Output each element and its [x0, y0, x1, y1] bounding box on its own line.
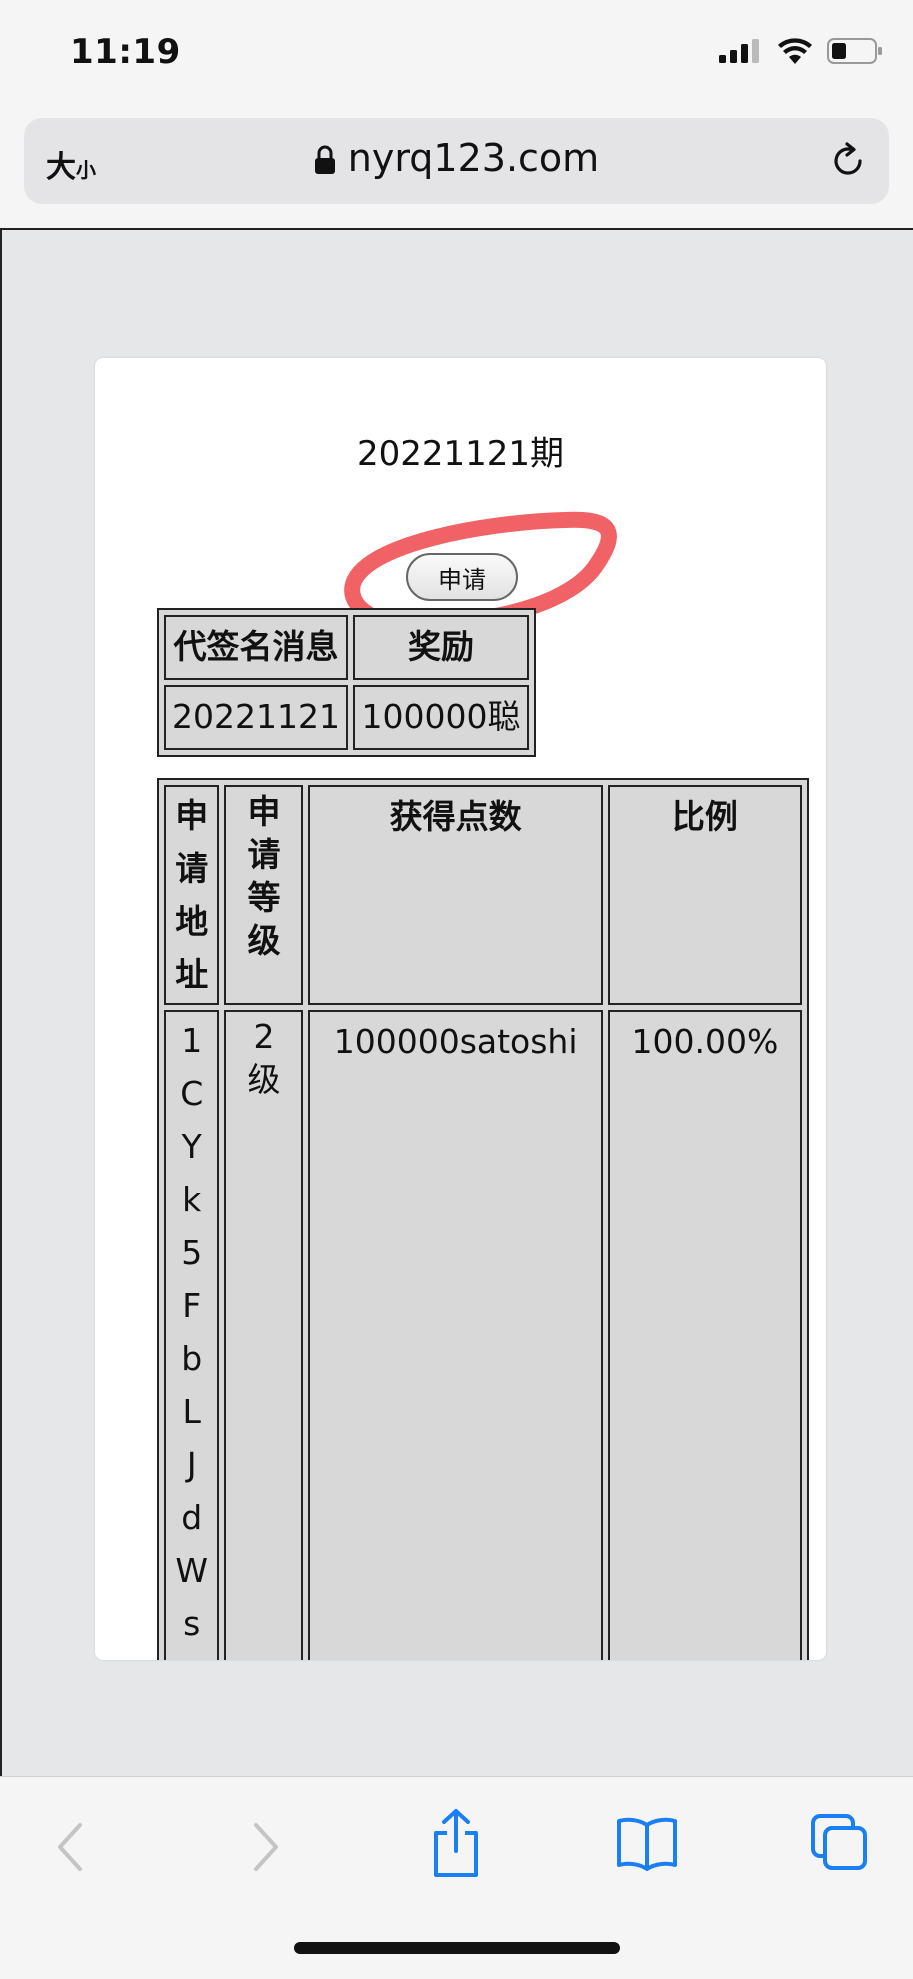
table-row: 20221121 100000聪	[164, 684, 529, 750]
address-char: s	[183, 1604, 201, 1643]
address-bar[interactable]: 大小 nyrq123.com	[24, 118, 889, 204]
cellular-signal-icon	[719, 39, 759, 63]
cell-points: 100000satoshi	[308, 1010, 603, 1660]
share-icon[interactable]	[430, 1807, 482, 1879]
header-level-text: 申请等级	[247, 792, 281, 960]
summary-table: 代签名消息 奖励 20221121 100000聪	[157, 608, 536, 757]
address-char: k	[182, 1180, 202, 1219]
header-address-char: 地	[175, 902, 209, 941]
url-text: nyrq123.com	[347, 136, 600, 180]
web-page-viewport: 20221121期 申请 代签名消息 奖励 20221121 100000聪 申…	[0, 228, 913, 1776]
address-char: 1	[181, 1021, 203, 1060]
address-char: C	[180, 1074, 204, 1113]
address-char: d	[181, 1498, 203, 1537]
address-char: 5	[181, 1233, 203, 1272]
header-level: 申请等级	[224, 785, 304, 1005]
apply-button[interactable]: 申请	[406, 553, 518, 601]
header-reward: 奖励	[352, 615, 529, 680]
table-row: 申 请 地 址 申请等级 获得点数 比例	[164, 785, 802, 1005]
cell-address: 1 C Y k 5 F b L J d W s	[164, 1010, 220, 1660]
url-field[interactable]: nyrq123.com	[24, 136, 889, 180]
battery-icon	[827, 38, 882, 64]
cell-signature-message: 20221121	[164, 684, 348, 750]
table-row: 代签名消息 奖励	[164, 615, 529, 680]
header-ratio: 比例	[607, 785, 802, 1005]
address-char: J	[186, 1445, 197, 1484]
home-indicator	[294, 1942, 620, 1954]
table-row: 1 C Y k 5 F b L J d W s 2级 100000satoshi…	[164, 1010, 802, 1660]
header-address-char: 请	[175, 849, 209, 888]
address-char: W	[175, 1551, 209, 1590]
address-char: Y	[181, 1127, 202, 1166]
reload-icon[interactable]	[827, 140, 869, 182]
header-points: 获得点数	[308, 785, 603, 1005]
bookmarks-icon[interactable]	[616, 1815, 678, 1871]
header-address-char: 申	[175, 796, 209, 835]
back-icon[interactable]	[50, 1817, 90, 1877]
address-char: L	[182, 1392, 201, 1431]
header-address: 申 请 地 址	[164, 785, 220, 1005]
lock-icon	[314, 145, 335, 174]
status-icons	[719, 38, 883, 64]
status-time: 11:19	[70, 32, 181, 72]
header-address-char: 址	[175, 955, 209, 994]
cell-level: 2级	[224, 1010, 304, 1660]
cell-reward: 100000聪	[352, 684, 529, 750]
address-char: F	[182, 1286, 202, 1325]
cell-ratio: 100.00%	[607, 1010, 802, 1660]
period-title: 20221121期	[356, 434, 565, 474]
wifi-icon	[778, 38, 812, 64]
forward-icon[interactable]	[246, 1817, 286, 1877]
header-signature-message: 代签名消息	[164, 615, 348, 680]
cell-level-text: 2级	[247, 1017, 281, 1099]
detail-table: 申 请 地 址 申请等级 获得点数 比例 1 C Y k 5 F b L J d…	[157, 778, 809, 1660]
tabs-icon[interactable]	[810, 1813, 868, 1871]
address-char: b	[181, 1339, 203, 1378]
content-card: 20221121期 申请 代签名消息 奖励 20221121 100000聪 申…	[95, 358, 826, 1660]
